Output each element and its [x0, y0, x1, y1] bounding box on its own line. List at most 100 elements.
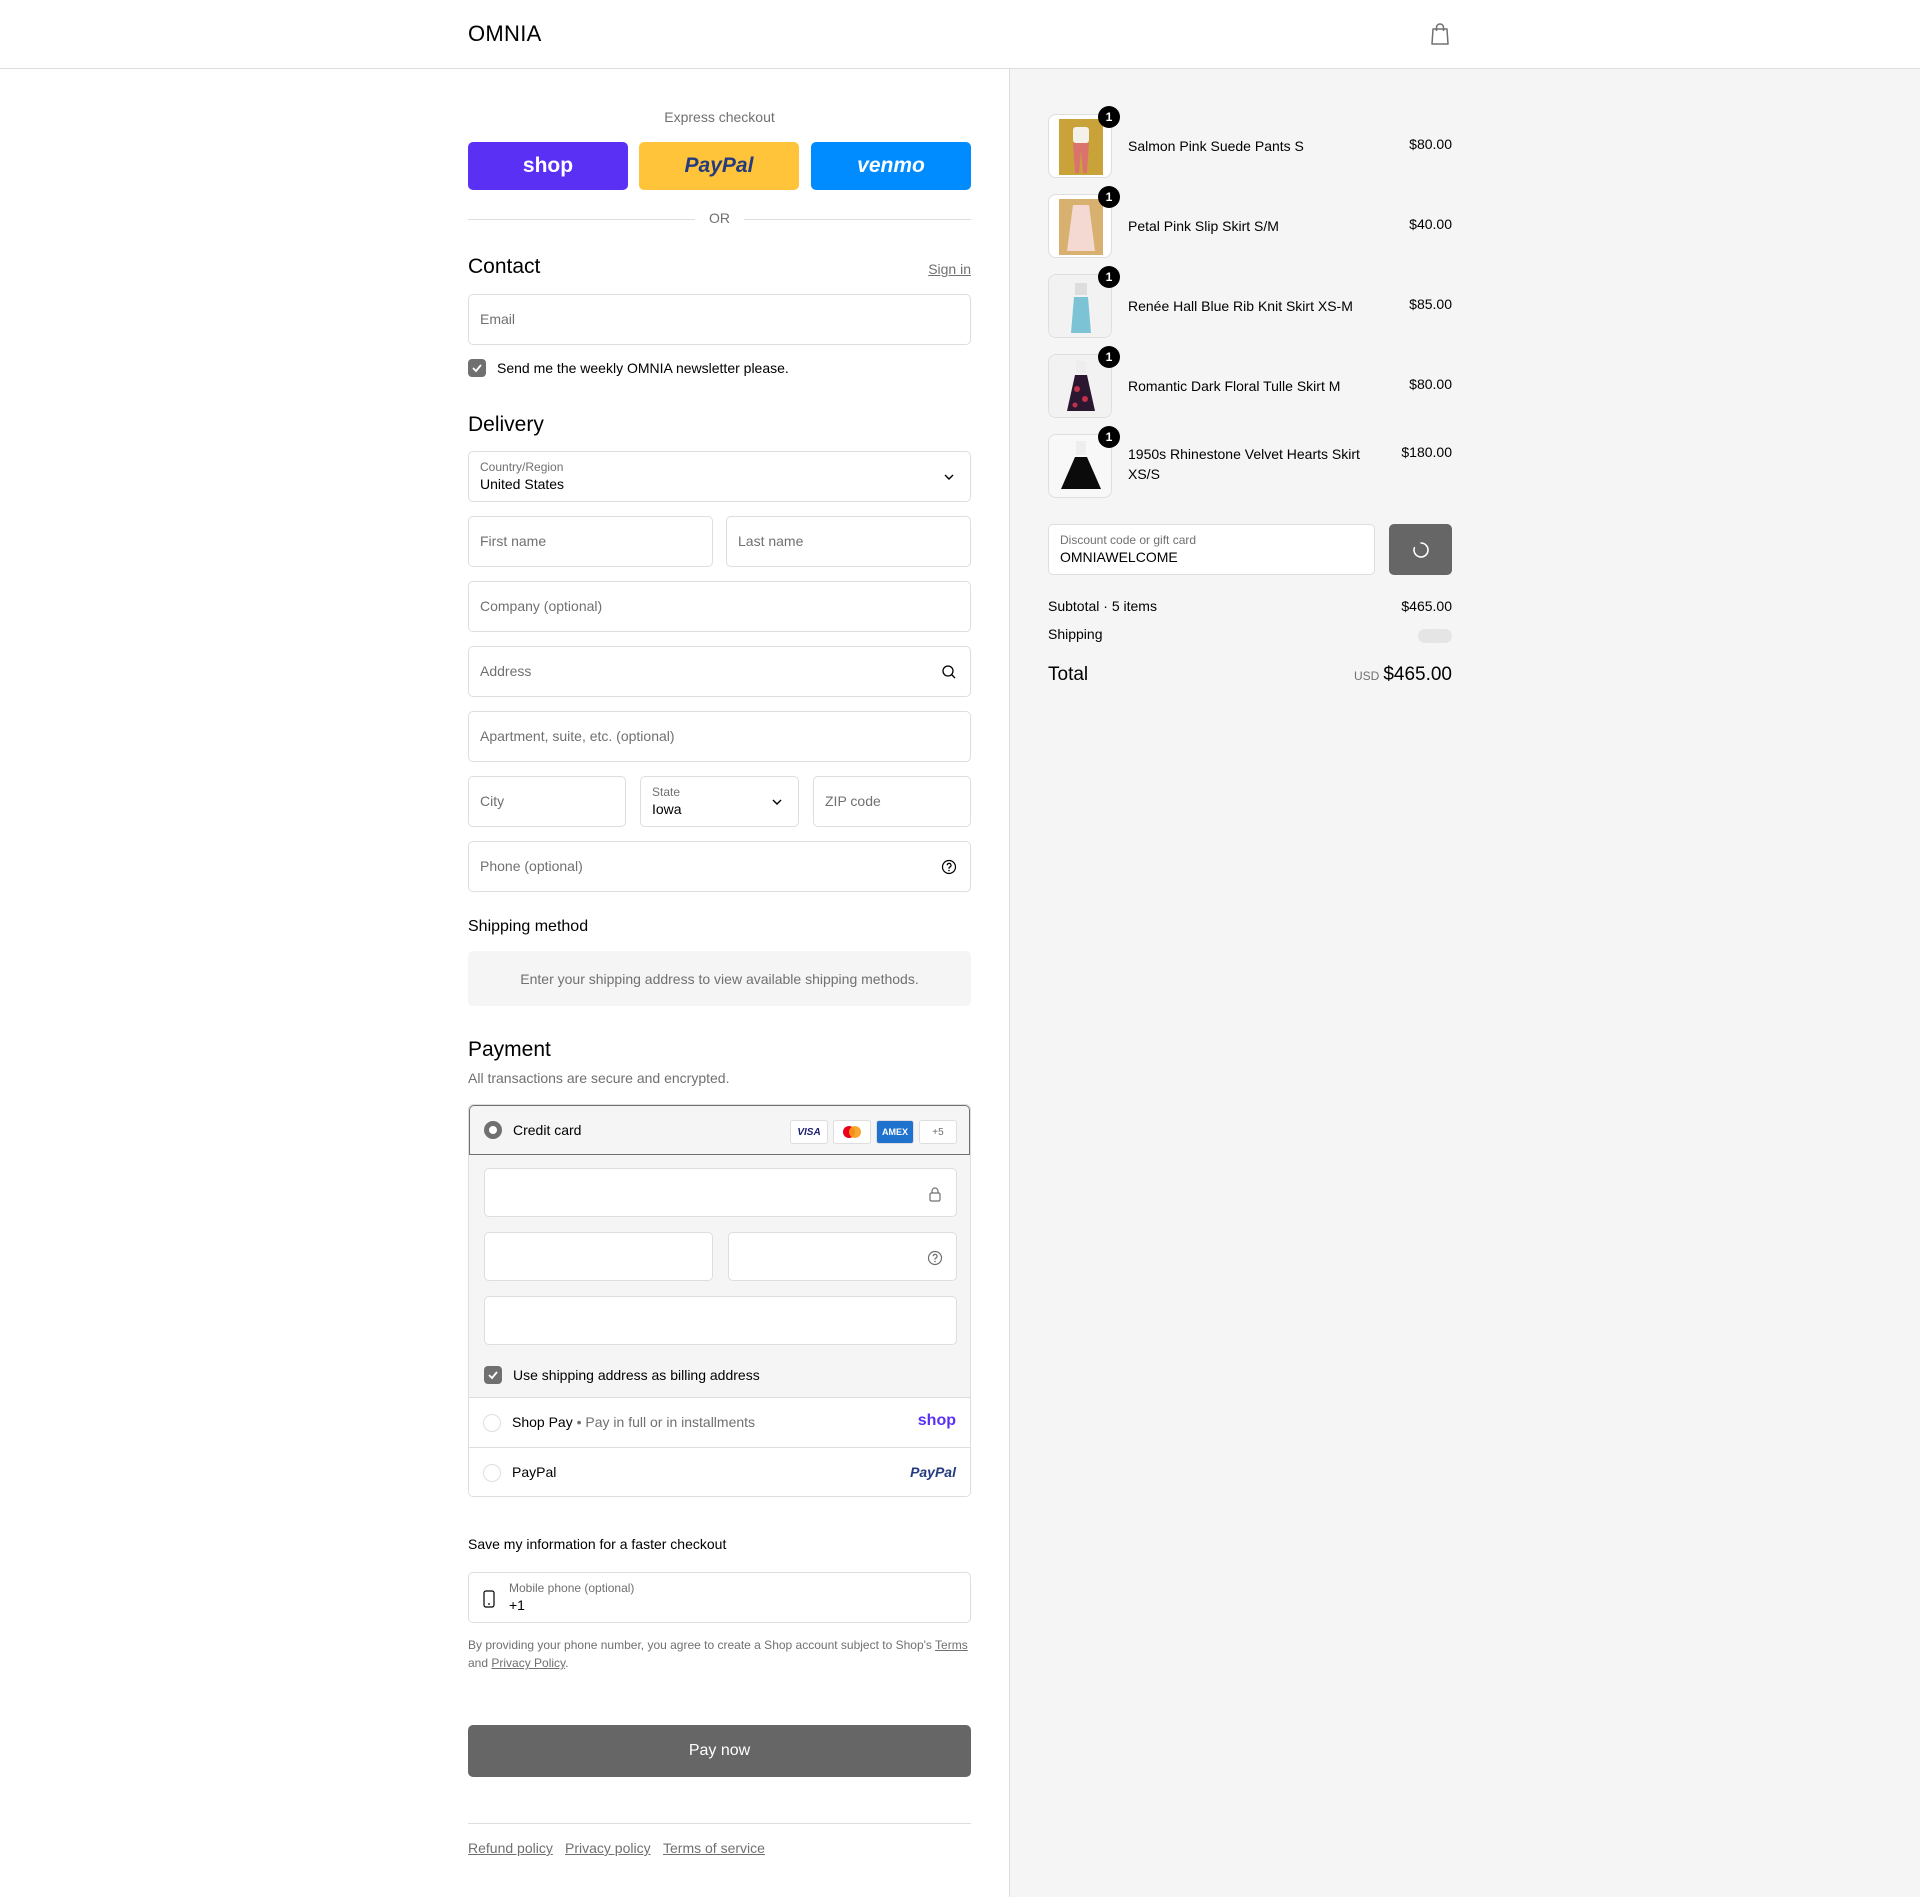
- item-price: $80.00: [1409, 136, 1452, 152]
- credit-card-radio[interactable]: [484, 1121, 502, 1139]
- shop-terms-link[interactable]: Terms: [935, 1638, 968, 1652]
- apply-discount-button[interactable]: [1389, 524, 1452, 575]
- credit-card-form: Use shipping address as billing address: [469, 1155, 970, 1397]
- store-logo[interactable]: OMNIA: [468, 21, 542, 47]
- quantity-badge: 1: [1098, 106, 1120, 128]
- apartment-field[interactable]: Apartment, suite, etc. (optional): [468, 711, 971, 762]
- quantity-badge: 1: [1098, 186, 1120, 208]
- shipping-row: Shipping: [1048, 626, 1452, 646]
- mobile-phone-field[interactable]: Mobile phone (optional) +1: [468, 1572, 971, 1623]
- billing-same-label: Use shipping address as billing address: [513, 1367, 760, 1383]
- discount-code-field[interactable]: Discount code or gift card OMNIAWELCOME: [1048, 524, 1375, 575]
- shop-pay-radio[interactable]: [483, 1414, 501, 1432]
- cart-item: 1 Petal Pink Slip Skirt S/M $40.00: [1048, 186, 1452, 258]
- last-name-field[interactable]: Last name: [726, 516, 971, 567]
- sign-in-link[interactable]: Sign in: [928, 261, 971, 277]
- subtotal-label: Subtotal · 5 items: [1048, 598, 1157, 614]
- payment-heading: Payment: [468, 1038, 551, 1061]
- mobile-phone-icon: [483, 1590, 495, 1608]
- loading-spinner-icon: [1412, 541, 1429, 558]
- lock-icon: [929, 1187, 941, 1202]
- zip-field[interactable]: ZIP code: [813, 776, 971, 827]
- payment-subtitle: All transactions are secure and encrypte…: [468, 1070, 730, 1086]
- shop-privacy-link[interactable]: Privacy Policy: [491, 1656, 565, 1670]
- total-row: Total USD $465.00: [1048, 664, 1452, 690]
- currency-code: USD: [1353, 669, 1380, 683]
- contact-heading: Contact: [468, 255, 541, 278]
- total-label: Total: [1048, 664, 1089, 685]
- security-code-field[interactable]: [728, 1232, 957, 1281]
- refund-policy-link[interactable]: Refund policy: [468, 1840, 553, 1856]
- pay-now-button[interactable]: Pay now: [468, 1725, 971, 1777]
- cart-item: 1 1950s Rhinestone Velvet Hearts Skirt X…: [1048, 426, 1452, 498]
- city-field[interactable]: City: [468, 776, 626, 827]
- item-name: Salmon Pink Suede Pants S: [1128, 138, 1304, 154]
- expiration-date-field[interactable]: [484, 1232, 713, 1281]
- newsletter-label: Send me the weekly OMNIA newsletter plea…: [497, 360, 789, 376]
- item-price: $180.00: [1401, 444, 1452, 460]
- save-info-title: Save my information for a faster checkou…: [468, 1536, 727, 1552]
- newsletter-checkbox[interactable]: [468, 359, 486, 377]
- venmo-express-button[interactable]: venmo: [811, 142, 971, 190]
- email-field[interactable]: Email: [468, 294, 971, 345]
- or-divider: OR: [468, 209, 971, 229]
- address-field[interactable]: Address: [468, 646, 971, 697]
- paypal-label: PayPal: [685, 154, 755, 177]
- chevron-down-icon: [772, 799, 782, 805]
- paypal-logo: PayPal: [910, 1464, 956, 1480]
- cart-item: 1 Salmon Pink Suede Pants S $80.00: [1048, 106, 1452, 178]
- credit-card-option[interactable]: Credit card VISA AMEX +5: [469, 1105, 970, 1155]
- header: OMNIA: [0, 0, 1920, 69]
- shipping-label: Shipping: [1048, 626, 1103, 642]
- card-number-field[interactable]: [484, 1168, 957, 1217]
- more-brands-badge[interactable]: +5: [919, 1120, 957, 1144]
- item-name: Renée Hall Blue Rib Knit Skirt XS-M: [1128, 298, 1353, 314]
- shop-pay-logo: shop: [917, 1412, 956, 1429]
- item-name: Romantic Dark Floral Tulle Skirt M: [1128, 378, 1341, 394]
- order-summary-panel: [1009, 69, 1920, 1897]
- paypal-option[interactable]: PayPal PayPal: [469, 1447, 970, 1496]
- newsletter-checkbox-row[interactable]: Send me the weekly OMNIA newsletter plea…: [468, 359, 789, 377]
- country-select[interactable]: Country/Region United States: [468, 451, 971, 502]
- billing-same-checkbox[interactable]: [484, 1366, 502, 1384]
- paypal-radio[interactable]: [483, 1464, 501, 1482]
- shipping-method-placeholder: Enter your shipping address to view avai…: [468, 951, 971, 1006]
- shipping-method-heading: Shipping method: [468, 918, 589, 935]
- company-field[interactable]: Company (optional): [468, 581, 971, 632]
- chevron-down-icon: [944, 474, 954, 480]
- shop-pay-option[interactable]: Shop Pay • Pay in full or in installment…: [469, 1397, 970, 1447]
- item-name: 1950s Rhinestone Velvet Hearts Skirt XS/…: [1128, 446, 1360, 482]
- cart-item: 1 Romantic Dark Floral Tulle Skirt M $80…: [1048, 346, 1452, 418]
- subtotal-row: Subtotal · 5 items $465.00: [1048, 598, 1452, 618]
- quantity-badge: 1: [1098, 426, 1120, 448]
- state-select[interactable]: State Iowa: [640, 776, 799, 827]
- total-value: $465.00: [1383, 664, 1452, 685]
- terms-of-service-link[interactable]: Terms of service: [663, 1840, 765, 1856]
- paypal-express-button[interactable]: PayPal: [639, 142, 799, 190]
- legal-text: By providing your phone number, you agre…: [468, 1638, 968, 1670]
- phone-field[interactable]: Phone (optional): [468, 841, 971, 892]
- help-circle-icon[interactable]: [927, 1250, 943, 1266]
- shopping-bag-icon[interactable]: [1430, 22, 1450, 46]
- cart-item: 1 Renée Hall Blue Rib Knit Skirt XS-M $8…: [1048, 266, 1452, 338]
- quantity-badge: 1: [1098, 266, 1120, 288]
- express-checkout-title: Express checkout: [664, 109, 775, 125]
- shop-pay-express-button[interactable]: shop: [468, 142, 628, 190]
- item-price: $80.00: [1409, 376, 1452, 392]
- help-circle-icon[interactable]: [941, 859, 957, 875]
- item-name: Petal Pink Slip Skirt S/M: [1128, 218, 1279, 234]
- quantity-badge: 1: [1098, 346, 1120, 368]
- mastercard-icon: [833, 1120, 871, 1144]
- first-name-field[interactable]: First name: [468, 516, 713, 567]
- shop-label: shop: [523, 154, 573, 177]
- subtotal-value: $465.00: [1401, 598, 1452, 614]
- amex-icon: AMEX: [876, 1120, 914, 1144]
- privacy-policy-link[interactable]: Privacy policy: [565, 1840, 651, 1856]
- name-on-card-field[interactable]: [484, 1296, 957, 1345]
- billing-same-row[interactable]: Use shipping address as billing address: [484, 1366, 760, 1384]
- item-price: $40.00: [1409, 216, 1452, 232]
- delivery-heading: Delivery: [468, 413, 544, 436]
- venmo-label: venmo: [857, 154, 925, 177]
- footer-divider: [468, 1823, 971, 1824]
- visa-icon: VISA: [790, 1120, 828, 1144]
